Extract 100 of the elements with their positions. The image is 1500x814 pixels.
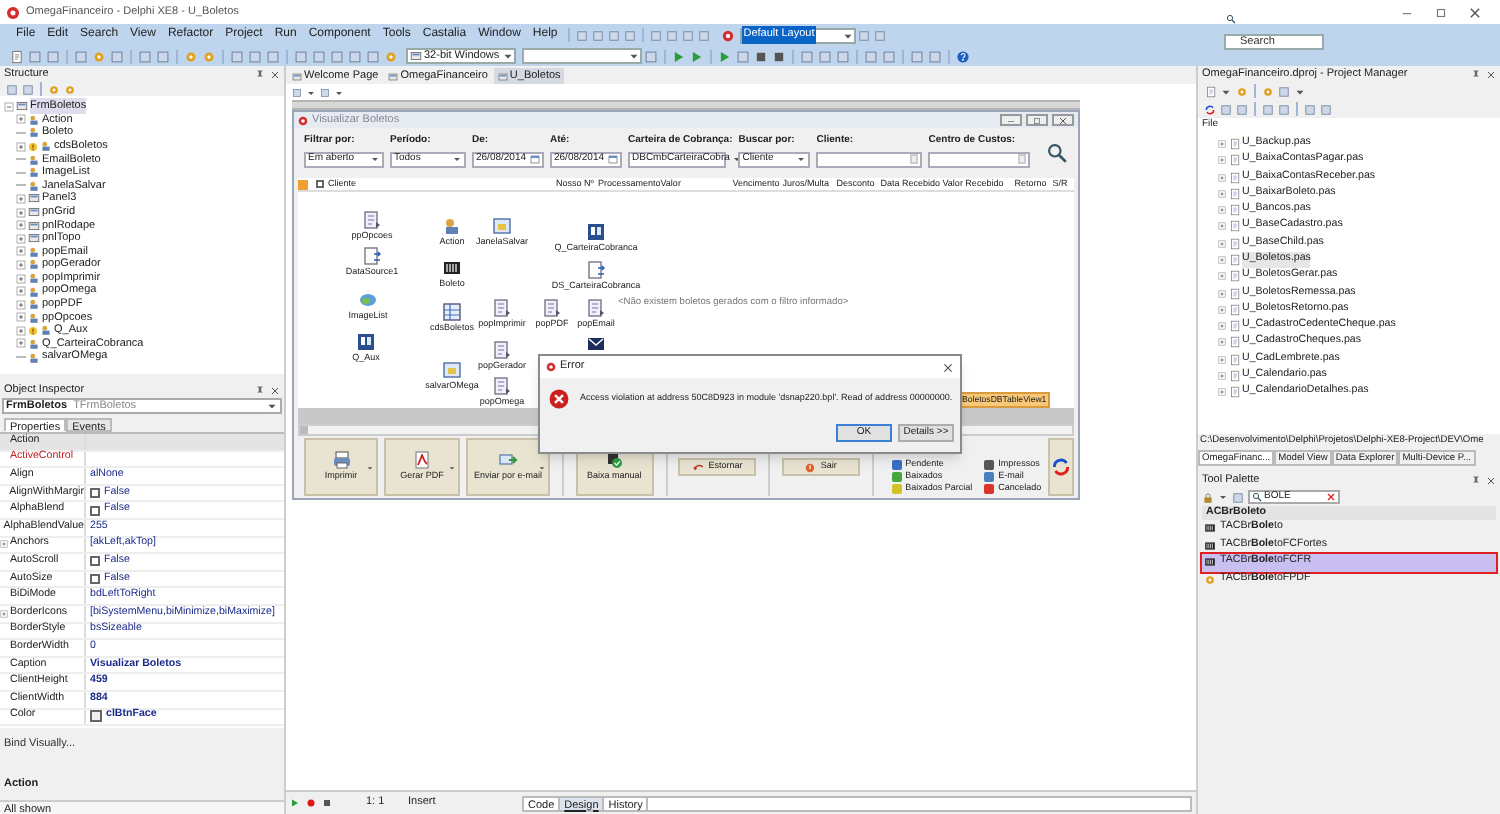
- window-icon[interactable]: [644, 49, 658, 63]
- checkbox[interactable]: [316, 180, 324, 188]
- new-file-icon[interactable]: [10, 49, 24, 63]
- close-icon[interactable]: [942, 361, 954, 373]
- envelope-icon[interactable]: [586, 334, 606, 354]
- component-icon[interactable]: [1232, 491, 1244, 503]
- person-icon[interactable]: [442, 216, 462, 236]
- refresh-button[interactable]: [1047, 438, 1075, 496]
- play-icon[interactable]: [290, 798, 300, 808]
- calendar-icon: [530, 154, 540, 164]
- menu-component-icon[interactable]: [362, 210, 382, 230]
- window-control[interactable]: [1052, 114, 1074, 126]
- data-source-icon[interactable]: [362, 246, 382, 266]
- expander-icon[interactable]: [1218, 222, 1226, 231]
- checkbox[interactable]: [90, 488, 100, 499]
- menu-component-icon[interactable]: [542, 298, 562, 318]
- expander-icon[interactable]: [16, 286, 26, 297]
- new-file-icon[interactable]: [1204, 85, 1216, 97]
- expander-icon[interactable]: [1218, 206, 1226, 215]
- window-icon[interactable]: [1278, 85, 1290, 97]
- expander-icon[interactable]: [16, 299, 26, 310]
- expander-icon[interactable]: [1218, 156, 1226, 165]
- expander-icon[interactable]: [1218, 305, 1226, 314]
- expander-icon[interactable]: [0, 609, 8, 618]
- dialog-icon[interactable]: [442, 360, 462, 380]
- expander-icon[interactable]: [1218, 355, 1226, 364]
- exit-icon: [804, 461, 817, 473]
- search-icon[interactable]: [1046, 142, 1068, 164]
- menu-component-icon[interactable]: [492, 376, 512, 396]
- database-icon[interactable]: [586, 222, 606, 242]
- window-control[interactable]: [1026, 114, 1048, 126]
- expander-icon[interactable]: [1218, 140, 1226, 149]
- expander-icon[interactable]: [1218, 173, 1226, 182]
- checkbox[interactable]: [90, 556, 100, 567]
- expander-icon[interactable]: [16, 233, 26, 244]
- configuration-combo[interactable]: [522, 48, 642, 64]
- expander-icon[interactable]: [16, 141, 26, 152]
- component-icon: [1204, 522, 1216, 535]
- pin-icon[interactable]: [1470, 474, 1482, 486]
- close-icon[interactable]: [1486, 69, 1496, 79]
- expander-icon[interactable]: [16, 220, 26, 231]
- input-field[interactable]: [816, 151, 923, 167]
- expander-icon[interactable]: [1218, 388, 1226, 397]
- pin-icon[interactable]: [1470, 68, 1482, 80]
- menu-component-icon[interactable]: [492, 340, 512, 360]
- record-icon[interactable]: [306, 798, 316, 808]
- app-logo-icon[interactable]: [721, 29, 734, 41]
- clear-icon[interactable]: [1326, 492, 1336, 502]
- expander-icon[interactable]: [16, 259, 26, 270]
- pin-icon[interactable]: [254, 384, 266, 396]
- expander-icon[interactable]: [1218, 322, 1226, 331]
- expander-icon[interactable]: [1218, 189, 1226, 198]
- image-list-icon[interactable]: [358, 290, 378, 310]
- expander-icon[interactable]: [16, 273, 26, 284]
- input-field[interactable]: [928, 151, 1031, 167]
- expander-icon[interactable]: [4, 101, 14, 112]
- expander-icon[interactable]: [16, 193, 26, 204]
- close-icon[interactable]: [270, 385, 280, 395]
- checkbox[interactable]: [90, 574, 100, 585]
- database-icon[interactable]: [356, 332, 376, 352]
- close-icon[interactable]: [1468, 5, 1482, 19]
- menu-component-icon[interactable]: [492, 298, 512, 318]
- expander-icon[interactable]: [1218, 255, 1226, 264]
- expander-icon[interactable]: [1218, 371, 1226, 380]
- expander-icon[interactable]: [16, 325, 26, 336]
- file-icon: [1228, 237, 1240, 250]
- dialog-icon[interactable]: [492, 216, 512, 236]
- menu-component-icon[interactable]: [586, 298, 606, 318]
- checkbox[interactable]: [90, 505, 100, 516]
- file-icon: [1228, 187, 1240, 200]
- barcode-icon[interactable]: [442, 258, 462, 278]
- expander-icon[interactable]: [1218, 338, 1226, 347]
- expander-icon[interactable]: [16, 312, 26, 323]
- expander-icon[interactable]: [1218, 272, 1226, 281]
- layout-icon[interactable]: [1278, 103, 1290, 115]
- align-icon[interactable]: [320, 87, 330, 97]
- expander-icon[interactable]: [16, 338, 26, 349]
- table-icon[interactable]: [442, 302, 462, 322]
- expander-icon[interactable]: [16, 246, 26, 257]
- file-icon: [1228, 320, 1240, 333]
- lock-icon[interactable]: [1202, 491, 1214, 503]
- data-source-icon[interactable]: [586, 260, 606, 280]
- pin-icon[interactable]: [254, 68, 266, 80]
- expander-icon[interactable]: [1218, 289, 1226, 298]
- window-control[interactable]: [1000, 114, 1022, 126]
- maximize-icon[interactable]: [1434, 5, 1448, 19]
- expander-icon[interactable]: [16, 207, 26, 218]
- expander-icon[interactable]: [0, 540, 8, 549]
- stop-icon[interactable]: [772, 49, 786, 63]
- gear-icon[interactable]: [384, 49, 398, 63]
- help-icon[interactable]: [956, 49, 970, 63]
- close-icon[interactable]: [270, 69, 280, 79]
- align-icon[interactable]: [292, 87, 302, 97]
- file-icon: [1228, 253, 1240, 266]
- refresh-icon[interactable]: [1204, 103, 1216, 115]
- stop-icon[interactable]: [322, 798, 332, 808]
- caret-icon[interactable]: [1218, 492, 1228, 502]
- close-icon[interactable]: [1486, 475, 1496, 485]
- expander-icon[interactable]: [1218, 239, 1226, 248]
- expander-icon[interactable]: [16, 114, 26, 125]
